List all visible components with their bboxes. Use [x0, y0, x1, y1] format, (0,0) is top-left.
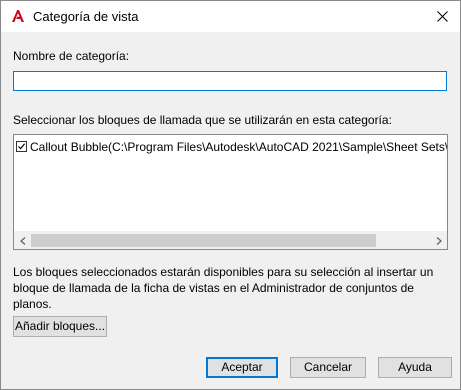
- title-bar[interactable]: Categoría de vista: [1, 1, 460, 32]
- autocad-icon: [11, 9, 25, 23]
- callout-blocks-list[interactable]: Callout Bubble(C:\Program Files\Autodesk…: [13, 134, 448, 250]
- scroll-right-button[interactable]: [430, 232, 447, 249]
- block-checkbox[interactable]: [16, 141, 27, 152]
- category-name-label: Nombre de categoría:: [13, 49, 130, 63]
- list-item[interactable]: Callout Bubble(C:\Program Files\Autodesk…: [16, 138, 448, 155]
- description-text: Los bloques seleccionados estarán dispon…: [13, 265, 434, 311]
- chevron-right-icon: [436, 236, 442, 245]
- close-button[interactable]: [425, 1, 459, 32]
- ok-button[interactable]: Aceptar: [206, 357, 278, 378]
- add-blocks-button[interactable]: Añadir bloques...: [13, 316, 107, 337]
- close-icon: [436, 11, 448, 22]
- checkmark-icon: [18, 143, 26, 150]
- cancel-button[interactable]: Cancelar: [290, 357, 366, 378]
- horizontal-scrollbar[interactable]: [14, 231, 447, 249]
- dialog-window: Categoría de vista Nombre de categoría: …: [0, 0, 461, 390]
- category-name-input[interactable]: [13, 71, 447, 91]
- block-label: Callout Bubble(C:\Program Files\Autodesk…: [30, 139, 448, 154]
- chevron-left-icon: [19, 236, 25, 245]
- blocks-label: Seleccionar los bloques de llamada que s…: [13, 113, 392, 127]
- scroll-left-button[interactable]: [14, 232, 31, 249]
- help-button[interactable]: Ayuda: [378, 357, 452, 378]
- window-title: Categoría de vista: [33, 9, 139, 24]
- scroll-thumb[interactable]: [31, 234, 376, 247]
